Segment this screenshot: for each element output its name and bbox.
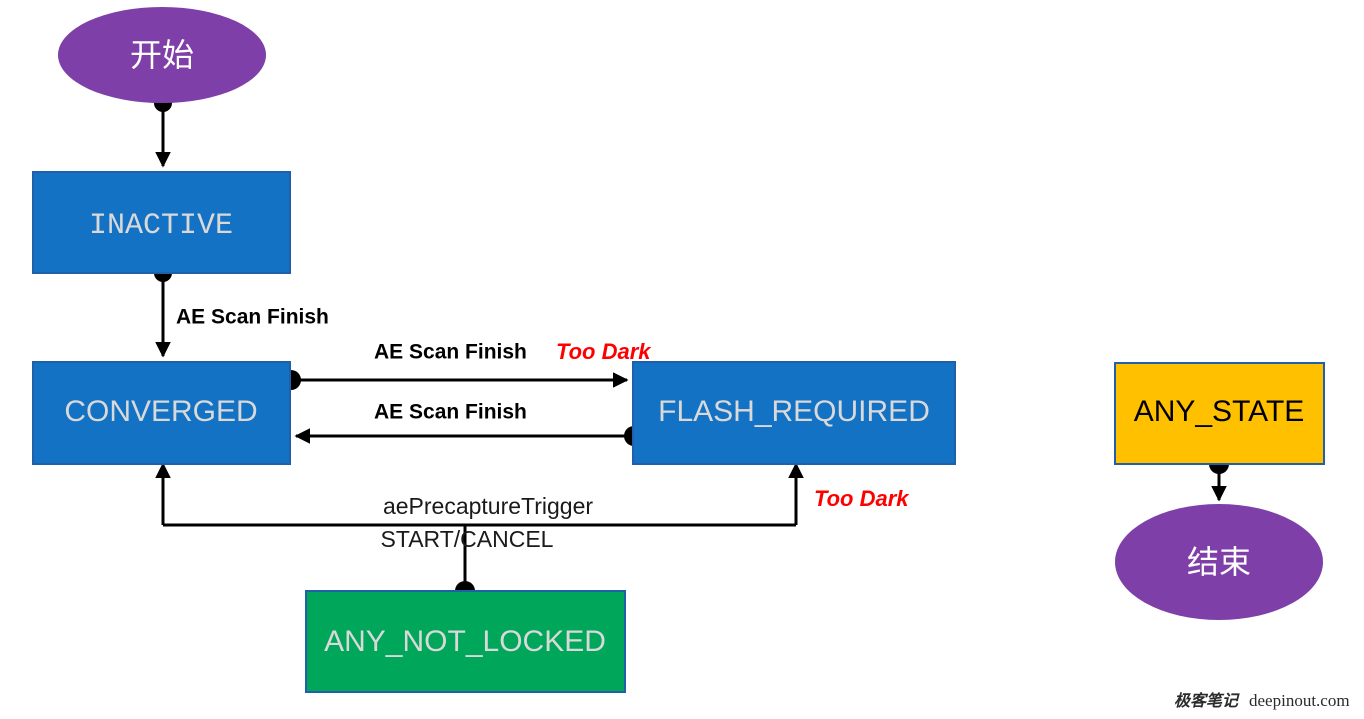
node-flash-required-label: FLASH_REQUIRED [658,395,930,428]
node-start[interactable]: 开始 [58,7,266,103]
node-end[interactable]: 结束 [1115,504,1323,620]
watermark: 极客笔记 deepinout.com [1174,691,1350,710]
edge-label-converged-to-flash: AE Scan Finish [374,341,527,364]
edge-label-inactive-to-converged: AE Scan Finish [176,306,329,329]
node-any-not-locked[interactable]: ANY_NOT_LOCKED [305,590,626,693]
node-any-state[interactable]: ANY_STATE [1114,362,1325,465]
node-any-state-label: ANY_STATE [1134,395,1305,428]
watermark-cjk-text: 极客笔记 [1174,691,1240,710]
edge-inactive-to-converged [154,264,172,358]
node-end-label: 结束 [1187,543,1251,581]
edge-flash-to-converged [294,426,644,446]
edge-label-too-dark-flash: Too Dark [814,486,910,511]
node-converged-label: CONVERGED [64,395,257,428]
edge-label-converged-to-flash-alert: Too Dark [556,339,652,364]
edge-label-trigger-line1: aePrecaptureTrigger [383,493,593,519]
state-diagram-canvas: 开始 INACTIVE CONVERGED FLASH_REQUIRED ANY… [0,0,1364,719]
edge-label-trigger-line2: START/CANCEL [381,526,554,552]
node-converged[interactable]: CONVERGED [32,361,291,465]
edge-start-to-inactive [154,94,172,168]
edge-label-flash-to-converged: AE Scan Finish [374,401,527,424]
node-flash-required[interactable]: FLASH_REQUIRED [632,361,956,465]
node-inactive[interactable]: INACTIVE [32,171,291,274]
node-start-label: 开始 [130,36,194,74]
node-any-not-locked-label: ANY_NOT_LOCKED [324,625,606,658]
watermark-latin-text: deepinout.com [1249,691,1350,710]
edge-converged-to-flash [281,370,629,390]
node-inactive-label: INACTIVE [89,209,233,243]
